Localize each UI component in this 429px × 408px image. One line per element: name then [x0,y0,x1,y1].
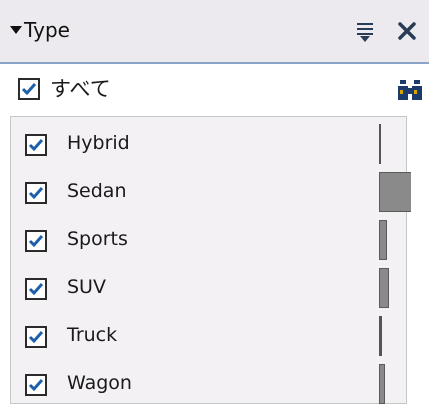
item-label: Wagon [67,372,132,394]
item-checkbox[interactable] [25,182,47,204]
item-checkbox[interactable] [25,134,47,156]
checkmark-icon [28,283,44,296]
filter-panel: Type すべて Hybrid Sedan Sports SUV Truck W… [0,0,429,408]
checkmark-icon [28,187,44,200]
checkmark-icon [28,235,44,248]
item-count-bar [379,124,381,164]
checkmark-icon [28,331,44,344]
list-item[interactable]: Hybrid [11,120,408,168]
select-all-checkbox[interactable] [18,78,40,100]
caret-down-icon[interactable] [10,26,22,34]
item-label: Hybrid [67,132,130,154]
checkmark-icon [21,83,37,96]
item-count-bar [379,316,382,356]
checkmark-icon [28,139,44,152]
item-label: Truck [67,324,118,346]
list-item[interactable]: Wagon [11,360,408,408]
list-item[interactable]: SUV [11,264,408,312]
item-checkbox[interactable] [25,278,47,300]
list-item[interactable]: Sports [11,216,408,264]
item-label: Sedan [67,180,127,202]
item-checkbox[interactable] [25,326,47,348]
item-count-bar [379,364,385,404]
panel-title: Type [24,18,70,42]
checkmark-icon [28,379,44,392]
list-item[interactable]: Sedan [11,168,419,216]
value-list[interactable]: Hybrid Sedan Sports SUV Truck Wagon [10,116,419,404]
select-all-label: すべて [50,77,111,101]
binoculars-icon[interactable] [397,78,423,102]
item-checkbox[interactable] [25,230,47,252]
item-count-bar [379,220,387,260]
item-label: Sports [67,228,128,250]
panel-header: Type [0,0,429,64]
close-icon[interactable] [396,20,418,42]
item-checkbox[interactable] [25,374,47,396]
filter-icon[interactable] [355,21,375,43]
list-item[interactable]: Truck [11,312,408,360]
scrollbar-gutter[interactable] [411,116,429,404]
item-label: SUV [67,276,106,298]
item-count-bar [379,268,389,308]
